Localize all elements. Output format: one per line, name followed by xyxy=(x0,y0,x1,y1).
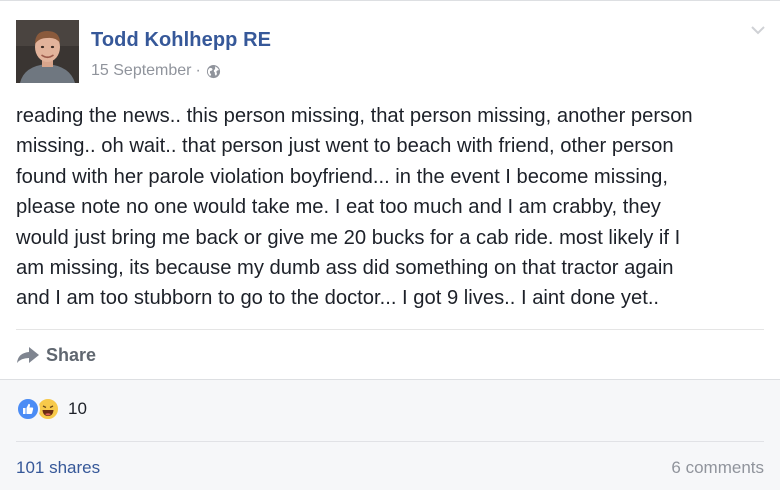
author-name[interactable]: Todd Kohlhepp RE xyxy=(91,29,271,52)
avatar-photo xyxy=(16,20,79,83)
chevron-down-icon[interactable] xyxy=(750,24,766,36)
shares-link[interactable]: 101 shares xyxy=(16,458,100,478)
reactions-summary[interactable]: 10 xyxy=(16,397,87,421)
top-border xyxy=(0,0,780,1)
post-body-line: and I am too stubborn to go to the docto… xyxy=(16,287,660,310)
share-label: Share xyxy=(46,344,97,365)
post-body-line: missing.. oh wait.. that person just wen… xyxy=(16,135,674,158)
reaction-count: 10 xyxy=(68,399,87,418)
post-body-line: am missing, its because my dumb ass did … xyxy=(16,257,674,280)
comments-link[interactable]: 6 comments xyxy=(671,458,764,478)
post-header: Todd Kohlhepp RE 15 September · xyxy=(16,20,271,84)
avatar[interactable] xyxy=(16,20,79,83)
post-footer: 10 101 shares 6 comments xyxy=(0,379,780,490)
share-arrow-icon xyxy=(17,347,39,363)
reaction-icons xyxy=(16,397,64,421)
post-body-line: found with her parole violation boyfrien… xyxy=(16,165,668,188)
meta-separator: · xyxy=(195,62,201,79)
divider xyxy=(16,329,764,330)
globe-icon[interactable] xyxy=(206,64,221,79)
post-meta: Todd Kohlhepp RE 15 September · xyxy=(91,20,271,80)
post-date[interactable]: 15 September xyxy=(91,62,192,80)
like-reaction-icon xyxy=(16,397,40,421)
post-body-line: please note no one would take me. I eat … xyxy=(16,196,661,219)
post-body: reading the news.. this person missing, … xyxy=(16,101,766,314)
post-body-line: would just bring me back or give me 20 b… xyxy=(16,226,681,249)
divider xyxy=(16,441,764,442)
post-body-line: reading the news.. this person missing, … xyxy=(16,105,693,127)
share-button[interactable]: Share xyxy=(16,341,96,369)
post-subline: 15 September · xyxy=(91,62,271,80)
facebook-post: Todd Kohlhepp RE 15 September · reading … xyxy=(0,0,780,490)
